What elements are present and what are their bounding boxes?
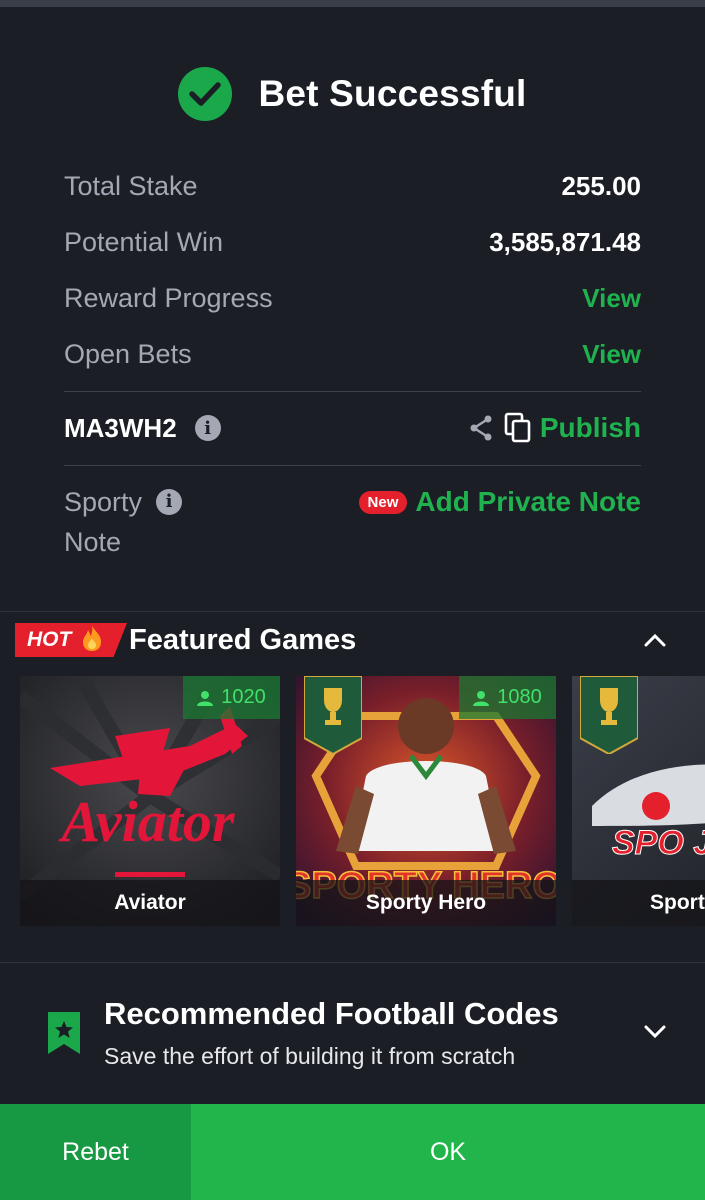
total-stake-value: 255.00 [561, 170, 641, 201]
open-bets-row: Open Bets View [64, 334, 641, 374]
recommended-title: Recommended Football Codes [104, 996, 559, 1031]
game-card-sporty-hero[interactable]: SPORTY HERO 1080 Sporty Hero [296, 676, 556, 926]
success-header: Bet Successful [0, 66, 705, 122]
total-stake-row: Total Stake 255.00 [64, 166, 641, 206]
add-private-note-button[interactable]: Add Private Note [415, 486, 641, 518]
potential-win-value: 3,585,871.48 [489, 226, 641, 257]
bookmark-icon [48, 1012, 80, 1054]
aviator-logo: Aviator [59, 789, 235, 854]
booking-code-row: MA3WH2 i Publish [64, 405, 641, 451]
reward-progress-row: Reward Progress View [64, 278, 641, 318]
rebet-button[interactable]: Rebet [0, 1104, 191, 1200]
check-circle-icon [178, 67, 233, 121]
section-divider [0, 962, 705, 963]
player-count: 1080 [459, 676, 556, 719]
potential-win-label: Potential Win [64, 226, 224, 257]
game-card-aviator[interactable]: Aviator 1020 Aviator [20, 676, 280, 926]
ok-button[interactable]: OK [191, 1104, 705, 1200]
flame-icon [81, 624, 103, 659]
reward-progress-view-link[interactable]: View [582, 283, 641, 314]
open-bets-label: Open Bets [64, 338, 192, 369]
sporty-note-label-line2: Note [64, 527, 122, 557]
chevron-up-icon[interactable] [643, 628, 667, 657]
player-count: 1020 [183, 676, 280, 719]
recommended-codes-section[interactable]: Recommended Football Codes Save the effo… [0, 992, 705, 1072]
trophy-badge-icon [304, 676, 362, 754]
share-icon[interactable] [468, 414, 494, 442]
game-name: Aviator [20, 880, 280, 926]
page-title: Bet Successful [258, 73, 527, 114]
top-border [0, 0, 705, 7]
trophy-badge-icon [580, 676, 638, 754]
sporty-jet-logo: SPO JE [612, 824, 705, 862]
copy-icon[interactable] [504, 412, 532, 444]
info-icon[interactable]: i [156, 489, 183, 515]
new-badge: New [358, 490, 408, 514]
featured-games-header[interactable]: HOT Featured Games [0, 620, 705, 660]
chevron-down-icon[interactable] [643, 1020, 667, 1049]
hot-badge: HOT [15, 623, 127, 657]
game-name: Sporty Hero [296, 880, 556, 926]
publish-button[interactable]: Publish [540, 412, 641, 444]
total-stake-label: Total Stake [64, 170, 198, 201]
reward-progress-label: Reward Progress [64, 282, 273, 313]
featured-games-carousel[interactable]: Aviator 1020 Aviator SPORT [20, 676, 705, 926]
sporty-note-label: Sporty [64, 487, 143, 517]
sporty-note-row: Sporty i Note New Add Private Note [64, 482, 641, 562]
potential-win-row: Potential Win 3,585,871.48 [64, 222, 641, 262]
player-count-value: 1020 [221, 686, 266, 708]
user-icon [473, 690, 490, 706]
open-bets-view-link[interactable]: View [582, 339, 641, 370]
divider [64, 391, 641, 392]
info-icon[interactable]: i [194, 415, 221, 441]
section-divider [0, 611, 705, 612]
game-name: Sporty Jet [572, 880, 705, 926]
featured-games-title: Featured Games [129, 623, 357, 656]
hot-label: HOT [27, 628, 72, 651]
player-count-value: 1080 [497, 686, 542, 708]
user-icon [197, 690, 214, 706]
divider [64, 465, 641, 466]
booking-code: MA3WH2 [64, 412, 177, 443]
game-card-sporty-jet[interactable]: SPO JE Sporty Jet [572, 676, 705, 926]
recommended-subtitle: Save the effort of building it from scra… [104, 1043, 516, 1069]
